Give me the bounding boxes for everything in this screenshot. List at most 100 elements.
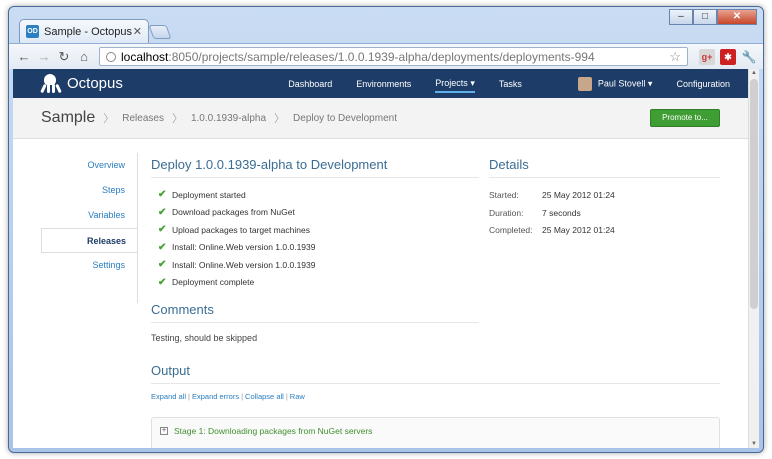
- sidebar-item-releases[interactable]: Releases: [41, 228, 138, 253]
- check-icon: ✔: [158, 259, 167, 271]
- breadcrumb: Sample 〉 Releases 〉 1.0.0.1939-alpha 〉 D…: [13, 98, 748, 139]
- divider: [151, 322, 479, 323]
- favicon-icon: OD: [26, 25, 39, 38]
- task-label: Deployment complete: [172, 277, 255, 288]
- task-label: Deployment started: [172, 189, 246, 200]
- stage-header[interactable]: + Stage 1: Downloading packages from NuG…: [160, 426, 372, 436]
- check-icon: ✔: [158, 224, 167, 236]
- link-separator: |: [285, 392, 288, 401]
- details-title: Details: [489, 157, 529, 172]
- back-icon[interactable]: ←: [15, 49, 33, 64]
- reload-icon[interactable]: ↻: [55, 49, 73, 65]
- star-icon[interactable]: ☆: [669, 49, 681, 65]
- breadcrumb-project[interactable]: Sample: [41, 109, 95, 127]
- user-menu[interactable]: Paul Stovell ▾: [577, 76, 653, 91]
- titlebar: OD Sample - Octopus ✕ – □ ✕: [9, 7, 763, 43]
- detail-label: Started:: [489, 190, 519, 200]
- scroll-up-icon[interactable]: ▲: [751, 70, 757, 76]
- nav-dashboard[interactable]: Dashboard: [288, 79, 332, 89]
- expand-icon[interactable]: +: [160, 427, 168, 435]
- maximize-icon[interactable]: □: [693, 9, 717, 25]
- detail-row: Completed: 25 May 2012 01:24: [489, 225, 615, 243]
- scroll-thumb[interactable]: [750, 79, 758, 309]
- detail-row: Duration: 7 seconds: [489, 208, 615, 226]
- close-window-icon[interactable]: ✕: [717, 9, 757, 25]
- caret-down-icon: ▾: [647, 77, 653, 88]
- list-item: ✔ Download packages from NuGet: [158, 204, 315, 222]
- deployment-title: Deploy 1.0.0.1939-alpha to Development: [151, 157, 388, 172]
- expand-errors-link[interactable]: Expand errors: [192, 392, 239, 401]
- extension-icon[interactable]: ✱: [720, 48, 736, 65]
- project-sidenav: Overview Steps Variables Releases Settin…: [41, 153, 138, 278]
- page-info-icon[interactable]: [106, 51, 116, 62]
- task-list: ✔ Deployment started ✔ Download packages f…: [158, 186, 315, 291]
- extension-icon[interactable]: g+: [699, 48, 715, 65]
- promote-button[interactable]: Promote to...: [650, 109, 720, 127]
- nav-tasks[interactable]: Tasks: [499, 79, 522, 89]
- sidenav-divider: [137, 153, 138, 303]
- check-icon: ✔: [158, 241, 167, 253]
- sidebar-item-steps[interactable]: Steps: [41, 178, 137, 203]
- detail-value: 25 May 2012 01:24: [542, 190, 615, 200]
- top-nav: Dashboard Environments Projects ▾ Tasks …: [264, 76, 730, 93]
- nav-configuration[interactable]: Configuration: [676, 79, 730, 89]
- sidebar-item-variables[interactable]: Variables: [41, 203, 137, 228]
- details-panel: Started: 25 May 2012 01:24 Duration: 7 sec…: [489, 190, 615, 243]
- browser-toolbar: ← → ↻ ⌂ localhost:8050/projects/sample/r…: [9, 43, 763, 69]
- page-viewport: Octopus Dashboard Environments Projects …: [13, 69, 759, 448]
- comments-title: Comments: [151, 302, 214, 317]
- link-separator: |: [188, 392, 190, 401]
- breadcrumb-releases[interactable]: Releases: [122, 113, 164, 124]
- wrench-icon[interactable]: 🔧: [741, 49, 757, 65]
- breadcrumb-release[interactable]: 1.0.0.1939-alpha: [191, 113, 266, 124]
- link-separator: |: [241, 392, 244, 401]
- url-host: localhost: [121, 49, 169, 64]
- nav-projects-label: Projects: [435, 78, 468, 88]
- nav-environments[interactable]: Environments: [356, 79, 411, 89]
- task-label: Upload packages to target machines: [172, 224, 310, 235]
- task-label: Install: Online.Web version 1.0.0.1939: [172, 242, 316, 253]
- divider: [151, 177, 479, 178]
- list-item: ✔ Deployment started: [158, 186, 315, 204]
- list-item: ✔ Install: Online.Web version 1.0.0.1939: [158, 256, 315, 274]
- new-tab-button[interactable]: [148, 25, 172, 39]
- raw-link[interactable]: Raw: [290, 392, 305, 401]
- detail-value: 7 seconds: [542, 207, 581, 218]
- detail-label: Duration:: [489, 207, 524, 218]
- comment-text: Testing, should be skipped: [151, 333, 258, 343]
- chevron-right-icon: 〉: [103, 113, 115, 125]
- scroll-down-icon[interactable]: ▼: [751, 441, 757, 447]
- expand-all-link[interactable]: Expand all: [151, 392, 186, 401]
- octopus-logo[interactable]: Octopus: [39, 73, 123, 94]
- breadcrumb-current: Deploy to Development: [293, 112, 397, 124]
- tab-close-icon[interactable]: ✕: [133, 25, 142, 38]
- logo-text: Octopus: [67, 75, 123, 92]
- url-path: :8050/projects/sample/releases/1.0.0.193…: [168, 49, 595, 64]
- minimize-icon[interactable]: –: [669, 9, 693, 25]
- check-icon: ✔: [158, 189, 167, 201]
- collapse-all-link[interactable]: Collapse all: [245, 392, 284, 401]
- sidebar-item-overview[interactable]: Overview: [41, 153, 137, 178]
- sidebar-item-settings[interactable]: Settings: [41, 253, 137, 278]
- chevron-right-icon: 〉: [274, 113, 286, 125]
- output-title: Output: [151, 363, 191, 378]
- check-icon: ✔: [158, 276, 167, 288]
- detail-row: Started: 25 May 2012 01:24: [489, 190, 615, 208]
- forward-icon[interactable]: →: [35, 49, 53, 64]
- nav-projects[interactable]: Projects ▾: [435, 78, 475, 93]
- output-links: Expand all | Expand errors | Collapse all | Ra…: [151, 392, 305, 401]
- task-label: Install: Online.Web version 1.0.0.1939: [172, 259, 316, 270]
- scrollbar[interactable]: ▲ ▼: [748, 69, 759, 448]
- stage-label: Stage 1: Downloading packages from NuGet…: [174, 426, 373, 436]
- browser-window: OD Sample - Octopus ✕ – □ ✕ ← → ↻ ⌂ loca…: [8, 6, 764, 453]
- browser-tab[interactable]: OD Sample - Octopus ✕: [19, 19, 149, 43]
- output-stage: + Stage 1: Downloading packages from NuG…: [151, 417, 720, 448]
- home-icon[interactable]: ⌂: [75, 49, 93, 64]
- list-item: ✔ Upload packages to target machines: [158, 221, 315, 239]
- address-bar[interactable]: localhost:8050/projects/sample/releases/…: [99, 47, 688, 66]
- chevron-right-icon: 〉: [171, 113, 183, 125]
- divider: [151, 383, 720, 384]
- list-item: ✔ Install: Online.Web version 1.0.0.1939: [158, 239, 315, 257]
- tab-title: Sample - Octopus: [44, 25, 133, 38]
- octopus-icon: [39, 73, 62, 94]
